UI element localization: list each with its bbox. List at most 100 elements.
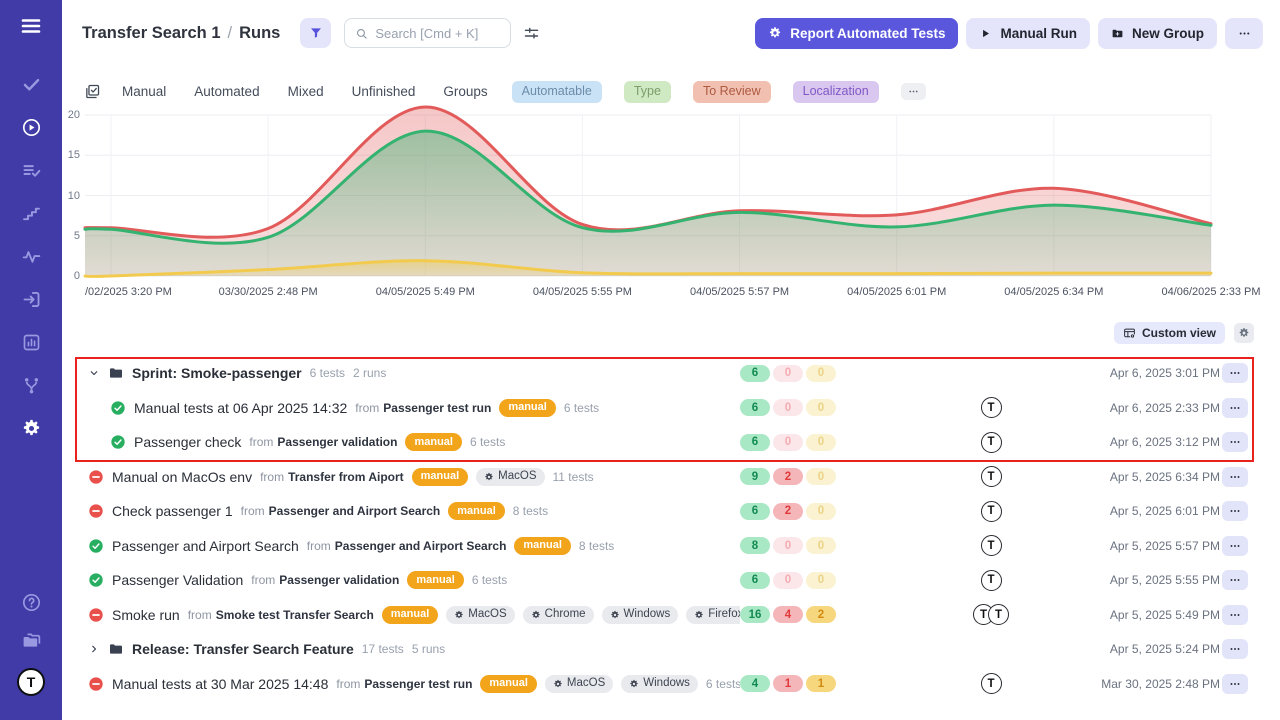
sidebar-play-circle-icon[interactable] xyxy=(21,117,42,138)
sidebar-gear-icon[interactable] xyxy=(21,418,42,439)
row-more-button[interactable] xyxy=(1222,639,1248,659)
env-chip: Windows xyxy=(602,606,679,624)
chevron-down-icon[interactable] xyxy=(88,367,100,379)
run-title[interactable]: Manual tests at 30 Mar 2025 14:48 xyxy=(112,676,328,692)
result-count-green: 6 xyxy=(740,503,770,520)
search-input[interactable] xyxy=(375,26,500,41)
result-count-red: 1 xyxy=(773,675,803,692)
row-more-button[interactable] xyxy=(1222,570,1248,590)
result-count-yellow: 2 xyxy=(806,606,836,623)
run-title[interactable]: Manual on MacOs env xyxy=(112,469,252,485)
folder-plus-icon xyxy=(1111,27,1124,40)
result-count-red-muted: 0 xyxy=(773,365,803,382)
assignee-avatar[interactable]: T xyxy=(988,604,1009,625)
run-date: Apr 5, 2025 5:24 PM xyxy=(1078,642,1220,656)
run-row[interactable]: Manual tests at 06 Apr 2025 14:32fromPas… xyxy=(62,391,1280,426)
assignee-avatar[interactable]: T xyxy=(981,570,1002,591)
sidebar-checkmark-icon[interactable] xyxy=(21,74,42,95)
assignee-avatar[interactable]: T xyxy=(981,501,1002,522)
run-row[interactable]: Check passenger 1fromPassenger and Airpo… xyxy=(62,494,1280,529)
sidebar-bar-chart-icon[interactable] xyxy=(21,332,42,353)
run-title[interactable]: Manual tests at 06 Apr 2025 14:32 xyxy=(134,400,347,416)
sidebar-checklist-icon[interactable] xyxy=(21,160,42,181)
sidebar-import-icon[interactable] xyxy=(21,289,42,310)
run-from-label: from xyxy=(260,470,284,484)
report-automated-tests-button[interactable]: Report Automated Tests xyxy=(755,18,958,49)
chevron-right-icon[interactable] xyxy=(88,643,100,655)
run-title[interactable]: Check passenger 1 xyxy=(112,503,233,519)
new-group-button[interactable]: New Group xyxy=(1098,18,1217,49)
group-row[interactable]: Release: Transfer Search Feature17 tests… xyxy=(62,632,1280,667)
assignee-avatar[interactable]: T xyxy=(981,397,1002,418)
group-row[interactable]: Sprint: Smoke-passenger6 tests2 runs 600… xyxy=(62,356,1280,391)
sidebar-steps-icon[interactable] xyxy=(21,203,42,224)
tab-manual[interactable]: Manual xyxy=(122,84,166,99)
env-chip: MacOS xyxy=(446,606,514,624)
menu-icon[interactable] xyxy=(19,14,43,38)
run-row[interactable]: Passenger checkfromPassenger validationm… xyxy=(62,425,1280,460)
ellipsis-icon xyxy=(1238,27,1251,40)
run-tests-count: 11 tests xyxy=(553,470,594,484)
custom-view-button[interactable]: Custom view xyxy=(1114,322,1225,344)
adjust-filters-button[interactable] xyxy=(523,25,540,42)
more-filters-chip[interactable] xyxy=(901,83,926,100)
select-all-icon[interactable] xyxy=(84,83,101,100)
row-more-button[interactable] xyxy=(1222,501,1248,521)
sidebar: T xyxy=(0,0,62,720)
row-more-button[interactable] xyxy=(1222,432,1248,452)
run-row[interactable]: Manual on MacOs envfromTransfer from Aip… xyxy=(62,460,1280,495)
filter-chip-automatable[interactable]: Automatable xyxy=(512,81,602,103)
user-avatar[interactable]: T xyxy=(17,668,45,696)
row-more-button[interactable] xyxy=(1222,674,1248,694)
ellipsis-icon xyxy=(1229,505,1241,517)
run-title[interactable]: Passenger check xyxy=(134,434,241,450)
sidebar-projects-icon[interactable] xyxy=(21,630,42,651)
tab-unfinished[interactable]: Unfinished xyxy=(352,84,416,99)
gear-icon xyxy=(610,610,620,620)
run-row[interactable]: Manual tests at 30 Mar 2025 14:48fromPas… xyxy=(62,667,1280,702)
row-more-button[interactable] xyxy=(1222,398,1248,418)
run-title[interactable]: Passenger Validation xyxy=(112,572,243,588)
sidebar-branch-icon[interactable] xyxy=(21,375,42,396)
tab-groups[interactable]: Groups xyxy=(443,84,487,99)
manual-run-button[interactable]: Manual Run xyxy=(966,18,1090,49)
result-count-green: 6 xyxy=(740,434,770,451)
run-row[interactable]: Passenger ValidationfromPassenger valida… xyxy=(62,563,1280,598)
env-chip: MacOS xyxy=(476,468,544,486)
result-count-red-muted: 0 xyxy=(773,537,803,554)
row-more-button[interactable] xyxy=(1222,363,1248,383)
group-title[interactable]: Sprint: Smoke-passenger xyxy=(132,365,302,381)
run-source: Passenger test run xyxy=(364,677,472,691)
assignee-avatar[interactable]: T xyxy=(981,535,1002,556)
assignee-avatar[interactable]: T xyxy=(981,673,1002,694)
x-axis-label: 03/30/2025 2:48 PM xyxy=(219,286,318,298)
group-title[interactable]: Release: Transfer Search Feature xyxy=(132,641,354,657)
row-more-button[interactable] xyxy=(1222,536,1248,556)
row-more-button[interactable] xyxy=(1222,467,1248,487)
sidebar-help-icon[interactable] xyxy=(21,592,42,613)
breadcrumb-project[interactable]: Transfer Search 1 xyxy=(82,24,221,43)
run-row[interactable]: Smoke runfromSmoke test Transfer Searchm… xyxy=(62,598,1280,633)
status-failed-icon xyxy=(88,503,104,519)
filter-chip-localization[interactable]: Localization xyxy=(793,81,879,103)
ellipsis-icon xyxy=(908,86,919,97)
run-title[interactable]: Passenger and Airport Search xyxy=(112,538,299,554)
run-from-label: from xyxy=(307,539,331,553)
result-count-yellow-muted: 0 xyxy=(806,503,836,520)
filter-button[interactable] xyxy=(300,18,331,48)
tab-mixed[interactable]: Mixed xyxy=(288,84,324,99)
search-box[interactable] xyxy=(344,18,511,48)
filter-chip-to-review[interactable]: To Review xyxy=(693,81,771,103)
sidebar-activity-icon[interactable] xyxy=(21,246,42,267)
run-title[interactable]: Smoke run xyxy=(112,607,180,623)
run-from-label: from xyxy=(355,401,379,415)
assignee-avatar[interactable]: T xyxy=(981,432,1002,453)
run-row[interactable]: Passenger and Airport SearchfromPassenge… xyxy=(62,529,1280,564)
header-more-button[interactable] xyxy=(1225,18,1263,49)
filter-chip-type[interactable]: Type xyxy=(624,81,671,103)
ellipsis-icon xyxy=(1229,402,1241,414)
assignee-avatar[interactable]: T xyxy=(981,466,1002,487)
view-settings-button[interactable] xyxy=(1234,323,1254,343)
tab-automated[interactable]: Automated xyxy=(194,84,259,99)
row-more-button[interactable] xyxy=(1222,605,1248,625)
